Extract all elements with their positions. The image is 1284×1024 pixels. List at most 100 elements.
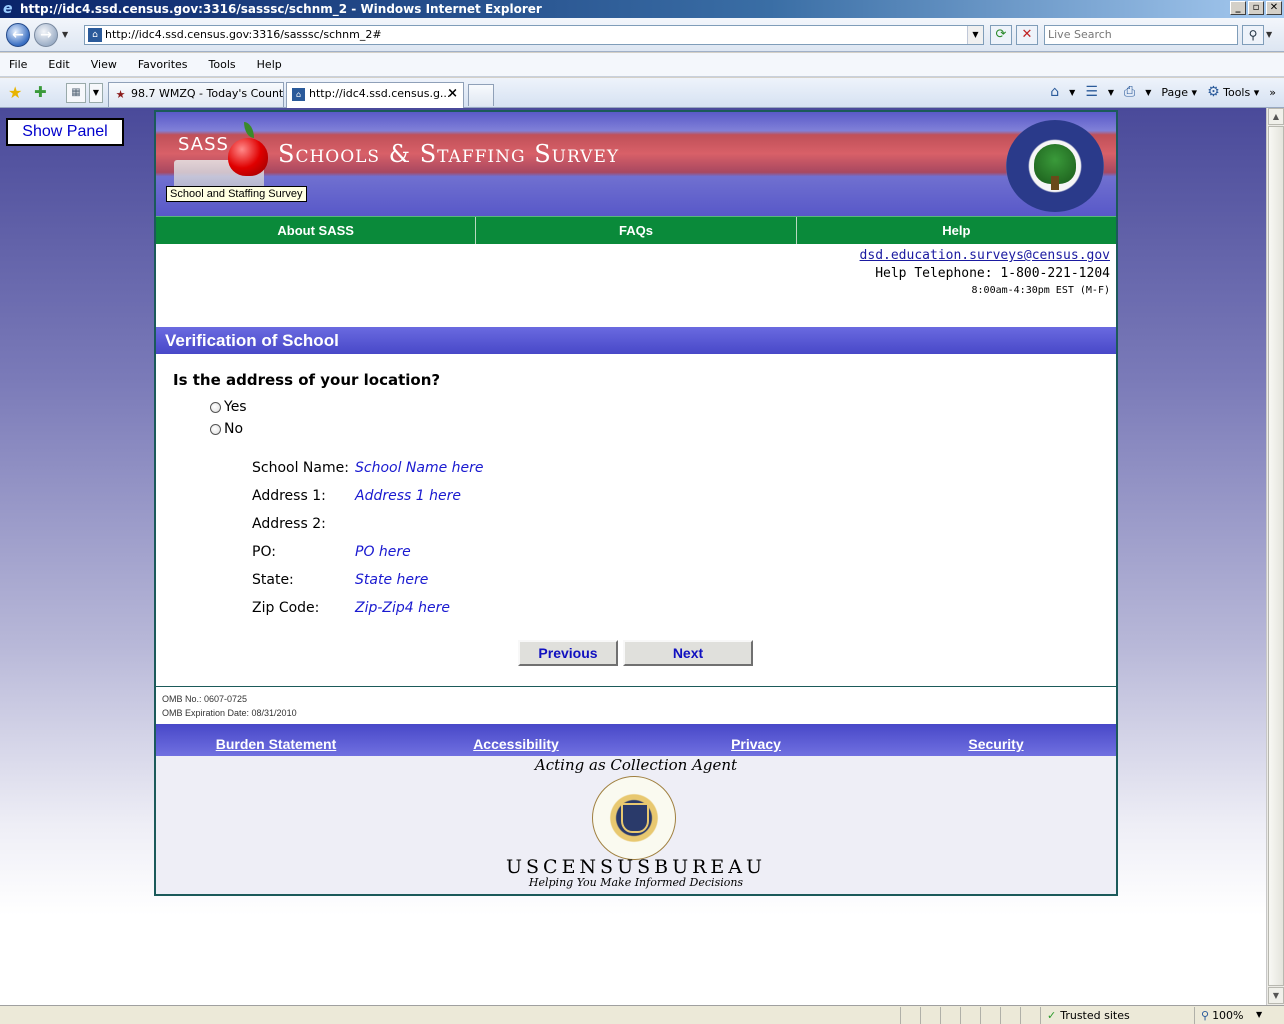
burden-statement-link[interactable]: Burden Statement [156, 724, 396, 756]
contact-info: dsd.education.surveys@census.gov Help Te… [860, 248, 1110, 296]
privacy-link[interactable]: Privacy [636, 724, 876, 756]
tab-census[interactable]: ⌂ http://idc4.ssd.census.g... × [286, 82, 464, 108]
radio-no[interactable] [210, 423, 221, 435]
accessibility-link[interactable]: Accessibility [396, 724, 636, 756]
radio-no-label: No [224, 421, 244, 437]
menu-bar: File Edit View Favorites Tools Help [0, 53, 1284, 77]
radio-no-option[interactable]: No [210, 421, 243, 437]
forward-button[interactable]: → [34, 23, 58, 47]
sass-logo-text: SASS [178, 134, 229, 155]
status-cell [1000, 1007, 1020, 1024]
status-cell [1020, 1007, 1040, 1024]
sass-banner: SASS School and Staffing Survey Schools … [156, 112, 1116, 216]
history-dropdown-icon[interactable]: ▼ [62, 30, 72, 40]
show-panel-button[interactable]: Show Panel [6, 118, 124, 146]
zoom-level-label: 100% [1212, 1009, 1244, 1022]
close-window-button[interactable]: ✕ [1266, 1, 1282, 15]
back-button[interactable]: ← [6, 23, 30, 47]
page-menu-label: Page [1161, 85, 1189, 99]
nav-help[interactable]: Help [797, 217, 1116, 244]
close-tab-icon[interactable]: × [447, 83, 458, 105]
scroll-up-icon[interactable]: ▲ [1268, 108, 1284, 125]
nav-faqs[interactable]: FAQs [476, 217, 797, 244]
feeds-dropdown-icon[interactable]: ▼ [1108, 88, 1114, 97]
tools-menu[interactable]: ⚙ Tools ▾ [1207, 84, 1259, 100]
menu-help[interactable]: Help [254, 58, 285, 71]
menu-file[interactable]: File [6, 58, 30, 71]
security-link[interactable]: Security [876, 724, 1116, 756]
refresh-button[interactable]: ⟳ [990, 25, 1012, 45]
divider [156, 686, 1116, 687]
menu-edit[interactable]: Edit [45, 58, 72, 71]
security-zone[interactable]: ✓ Trusted sites [1040, 1007, 1190, 1024]
info-value: State here [355, 572, 429, 588]
help-telephone: Help Telephone: 1-800-221-1204 [875, 266, 1110, 281]
page-menu[interactable]: Page ▾ [1161, 86, 1197, 99]
shield-icon [621, 803, 649, 833]
status-bar: ✓ Trusted sites ⚲ 100% ▼ [0, 1005, 1284, 1024]
home-dropdown-icon[interactable]: ▼ [1069, 88, 1075, 97]
quick-tabs-icon[interactable]: ▦ [66, 83, 86, 103]
radio-yes-option[interactable]: Yes [210, 399, 247, 415]
contact-email-link[interactable]: dsd.education.surveys@census.gov [860, 248, 1110, 263]
search-button[interactable]: ⚲ [1242, 25, 1264, 45]
info-label: School Name: [252, 460, 349, 476]
print-icon[interactable]: ⎙ [1124, 84, 1135, 100]
print-dropdown-icon[interactable]: ▼ [1145, 88, 1151, 97]
favorites-star-icon[interactable]: ★ [8, 83, 22, 102]
info-value: School Name here [355, 460, 484, 476]
tab-list-dropdown-icon[interactable]: ▼ [89, 83, 103, 103]
previous-button[interactable]: Previous [518, 640, 618, 666]
add-favorite-icon[interactable]: ✚ [34, 83, 47, 101]
help-hours: 8:00am-4:30pm EST (M-F) [971, 285, 1110, 296]
nav-about-sass[interactable]: About SASS [156, 217, 477, 244]
census-bureau-wordmark: USCENSUSBUREAU [506, 856, 766, 878]
vertical-scrollbar[interactable]: ▲ ▼ [1266, 108, 1284, 1005]
gear-icon: ⚙ [1207, 84, 1220, 100]
survey-page: SASS School and Staffing Survey Schools … [154, 110, 1118, 896]
address-toolbar: ← → ▼ ⌂ http://idc4.ssd.census.gov:3316/… [0, 18, 1284, 52]
menu-tools[interactable]: Tools [206, 58, 239, 71]
census-bureau-seal-icon [592, 776, 676, 860]
info-label: Zip Code: [252, 600, 320, 616]
ie-logo-icon: e [3, 1, 13, 17]
address-input[interactable]: ⌂ http://idc4.ssd.census.gov:3316/sasssc… [84, 25, 984, 45]
info-value: PO here [355, 544, 411, 560]
new-tab-button[interactable] [468, 84, 494, 106]
chevron-right-icon[interactable]: » [1269, 86, 1276, 99]
zoom-dropdown-icon[interactable]: ▼ [1256, 1010, 1262, 1019]
omb-number: OMB No.: 0607-0725 [162, 694, 248, 704]
feeds-icon[interactable]: ☰ [1085, 84, 1098, 100]
survey-title: Schools & Staffing Survey [278, 140, 620, 168]
address-url: http://idc4.ssd.census.gov:3316/sasssc/s… [105, 28, 382, 41]
menu-favorites[interactable]: Favorites [135, 58, 191, 71]
home-icon[interactable]: ⌂ [1050, 84, 1059, 100]
star-site-icon: ★ [115, 88, 126, 101]
menu-view[interactable]: View [88, 58, 120, 71]
address-question: Is the address of your location? [173, 371, 441, 389]
status-cell [980, 1007, 1000, 1024]
acting-as-agent-text: Acting as Collection Agent [534, 756, 738, 774]
omb-info: OMB No.: 0607-0725 OMB Expiration Date: … [162, 692, 297, 720]
tab-bar: ★ ✚ ▦ ▼ ★ 98.7 WMZQ - Today's Count... ⌂… [0, 78, 1284, 108]
minimize-button[interactable]: _ [1230, 1, 1246, 15]
apple-leaf-icon [244, 122, 254, 138]
search-options-icon[interactable]: ▼ [1266, 30, 1272, 39]
restore-button[interactable]: ▫ [1248, 1, 1264, 15]
next-button[interactable]: Next [623, 640, 753, 666]
scroll-down-icon[interactable]: ▼ [1268, 987, 1284, 1004]
search-input[interactable]: Live Search [1044, 25, 1238, 45]
scroll-thumb[interactable] [1268, 126, 1284, 986]
status-cell [920, 1007, 940, 1024]
zoom-level[interactable]: ⚲ 100% [1194, 1007, 1264, 1024]
logo-tooltip: School and Staffing Survey [166, 186, 307, 202]
address-dropdown-icon[interactable]: ▼ [967, 26, 983, 44]
stop-button[interactable]: ✕ [1016, 25, 1038, 45]
status-cell [900, 1007, 920, 1024]
tab-wmzq[interactable]: ★ 98.7 WMZQ - Today's Count... [108, 82, 284, 107]
school-info: School Name: School Name here Address 1:… [252, 460, 484, 628]
window-title: http://idc4.ssd.census.gov:3316/sasssc/s… [20, 2, 542, 16]
info-row-address-1: Address 1: Address 1 here [252, 488, 484, 516]
tab-label: 98.7 WMZQ - Today's Count... [131, 87, 284, 100]
radio-yes[interactable] [210, 401, 221, 413]
